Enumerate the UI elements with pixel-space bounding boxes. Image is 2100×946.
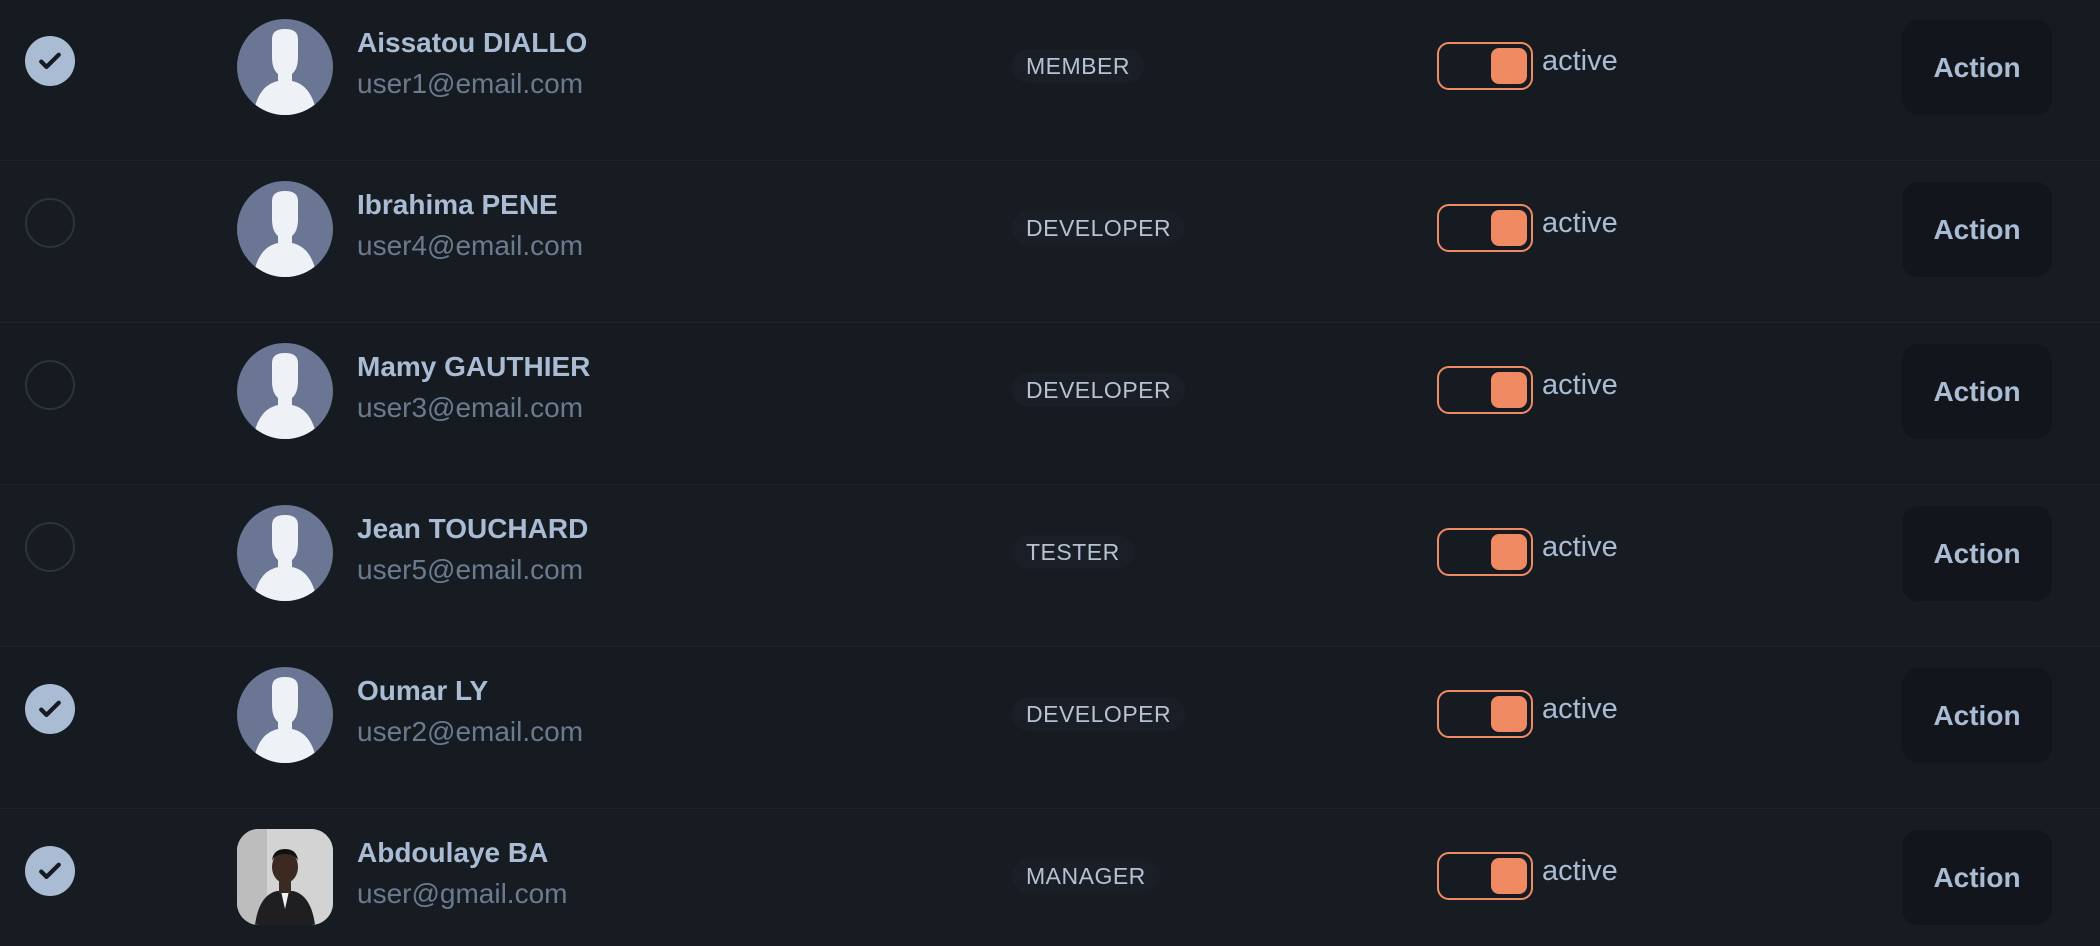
toggle-knob — [1491, 534, 1527, 570]
user-name: Jean TOUCHARD — [357, 513, 589, 544]
status-toggle[interactable] — [1437, 204, 1533, 252]
profile-photo — [237, 829, 333, 925]
avatar-photo — [237, 829, 333, 925]
status-label: active — [1542, 531, 1618, 563]
avatar — [237, 667, 333, 763]
avatar — [237, 505, 333, 601]
action-button[interactable]: Action — [1902, 20, 2052, 115]
status-label: active — [1542, 45, 1618, 77]
role-badge: MEMBER — [1012, 49, 1144, 83]
checkmark-icon — [39, 52, 61, 69]
status-toggle[interactable] — [1437, 528, 1533, 576]
default-avatar-icon — [253, 677, 317, 763]
row-select-checkbox[interactable] — [25, 36, 75, 86]
status-label: active — [1542, 693, 1618, 725]
role-badge: DEVELOPER — [1012, 697, 1186, 731]
role-badge: MANAGER — [1012, 859, 1160, 893]
default-avatar-icon — [253, 29, 317, 115]
action-button[interactable]: Action — [1902, 506, 2052, 601]
default-avatar-icon — [253, 191, 317, 277]
status-toggle[interactable] — [1437, 690, 1533, 738]
table-row: Jean TOUCHARD user5@email.com TESTER act… — [0, 486, 2100, 647]
table-row: Ibrahima PENE user4@email.com DEVELOPER … — [0, 162, 2100, 323]
toggle-knob — [1491, 858, 1527, 894]
status-toggle[interactable] — [1437, 42, 1533, 90]
action-button[interactable]: Action — [1902, 344, 2052, 439]
row-select-checkbox[interactable] — [25, 360, 75, 410]
user-name: Oumar LY — [357, 675, 489, 706]
toggle-knob — [1491, 372, 1527, 408]
status-label: active — [1542, 855, 1618, 887]
action-button[interactable]: Action — [1902, 830, 2052, 925]
avatar — [237, 19, 333, 115]
status-label: active — [1542, 369, 1618, 401]
table-row: Mamy GAUTHIER user3@email.com DEVELOPER … — [0, 324, 2100, 485]
user-name: Aissatou DIALLO — [357, 27, 588, 58]
role-badge: DEVELOPER — [1012, 211, 1186, 245]
table-row: Abdoulaye BA user@gmail.com MANAGER acti… — [0, 810, 2100, 946]
row-select-checkbox[interactable] — [25, 846, 75, 896]
user-email: user2@email.com — [357, 716, 584, 747]
user-name: Abdoulaye BA — [357, 837, 549, 868]
user-name: Mamy GAUTHIER — [357, 351, 591, 382]
status-label: active — [1542, 207, 1618, 239]
role-badge: DEVELOPER — [1012, 373, 1186, 407]
users-table: Aissatou DIALLO user1@email.com MEMBER a… — [0, 0, 2100, 946]
toggle-knob — [1491, 210, 1527, 246]
user-email: user@gmail.com — [357, 878, 568, 909]
action-button[interactable]: Action — [1902, 668, 2052, 763]
row-select-checkbox[interactable] — [25, 522, 75, 572]
avatar — [237, 343, 333, 439]
user-email: user4@email.com — [357, 230, 584, 261]
status-toggle[interactable] — [1437, 852, 1533, 900]
status-toggle[interactable] — [1437, 366, 1533, 414]
row-select-checkbox[interactable] — [25, 684, 75, 734]
default-avatar-icon — [253, 353, 317, 439]
checkmark-icon — [39, 700, 61, 717]
user-email: user1@email.com — [357, 68, 584, 99]
row-select-checkbox[interactable] — [25, 198, 75, 248]
table-row: Aissatou DIALLO user1@email.com MEMBER a… — [0, 0, 2100, 161]
toggle-knob — [1491, 696, 1527, 732]
avatar — [237, 181, 333, 277]
user-email: user5@email.com — [357, 554, 584, 585]
table-row: Oumar LY user2@email.com DEVELOPER activ… — [0, 648, 2100, 809]
action-button[interactable]: Action — [1902, 182, 2052, 277]
user-name: Ibrahima PENE — [357, 189, 558, 220]
checkmark-icon — [39, 862, 61, 879]
user-email: user3@email.com — [357, 392, 584, 423]
toggle-knob — [1491, 48, 1527, 84]
default-avatar-icon — [253, 515, 317, 601]
role-badge: TESTER — [1012, 535, 1134, 569]
